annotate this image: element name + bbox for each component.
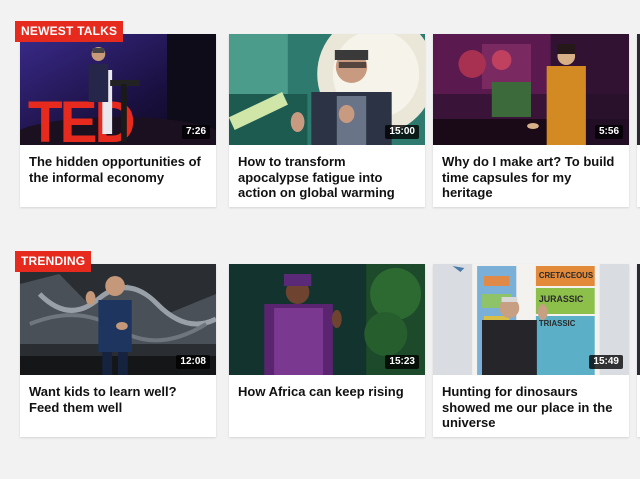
talk-duration: 7:26 [181, 125, 210, 139]
talk-card[interactable]: 12:08 Want kids to learn well? Feed them… [20, 264, 216, 437]
talk-duration: 12:08 [176, 355, 210, 369]
talk-duration: 15:00 [385, 125, 419, 139]
talk-thumbnail[interactable]: 15:00 [229, 34, 425, 145]
slide-label: CRETACEOUS [539, 271, 593, 280]
slide-label: JURASSIC [539, 294, 584, 304]
talk-thumbnail[interactable]: TED 7:26 [20, 34, 216, 145]
talk-card[interactable]: 15:00 How to transform apocalypse fatigu… [229, 34, 425, 207]
talk-card[interactable]: 15:23 How Africa can keep rising [229, 264, 425, 437]
talk-thumbnail[interactable]: 5:56 [433, 34, 629, 145]
talk-card[interactable]: TED 7:26 The hidden opportunities of the… [20, 34, 216, 207]
talk-title[interactable]: The hidden opportunities of the informal… [29, 154, 207, 185]
section-label-trending: TRENDING [15, 251, 92, 272]
talk-duration: 15:49 [589, 355, 623, 369]
talk-card[interactable]: 5:56 Why do I make art? To build time ca… [433, 34, 629, 207]
slide-label: TRIASSIC [539, 319, 576, 328]
talk-title[interactable]: How to transform apocalypse fatigue into… [238, 154, 416, 201]
ted-logo: TED [28, 90, 134, 145]
section-label-newest-talks: NEWEST TALKS [15, 21, 124, 42]
talk-title[interactable]: Hunting for dinosaurs showed me our plac… [442, 384, 620, 431]
talk-title[interactable]: Want kids to learn well? Feed them well [29, 384, 207, 415]
talk-title[interactable]: How Africa can keep rising [238, 384, 416, 400]
talk-thumbnail[interactable]: CRETACEOUS JURASSIC TRIASSIC 15:49 [433, 264, 629, 375]
talk-title[interactable]: Why do I make art? To build time capsule… [442, 154, 620, 201]
talk-duration: 15:23 [385, 355, 419, 369]
talk-card[interactable]: CRETACEOUS JURASSIC TRIASSIC 15:49 Hunti… [433, 264, 629, 437]
talk-thumbnail[interactable]: 15:23 [229, 264, 425, 375]
talk-duration: 5:56 [594, 125, 623, 139]
talk-thumbnail[interactable]: 12:08 [20, 264, 216, 375]
